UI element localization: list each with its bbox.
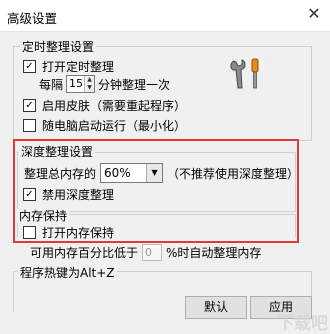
default-button[interactable]: 默认 xyxy=(185,296,247,319)
memory-group-label: 内存保持 xyxy=(17,209,70,223)
watermark: 下载吧 xyxy=(277,314,328,334)
deep-disable-row[interactable]: ✓ 禁用深度整理 xyxy=(23,186,114,203)
deep-total-select[interactable]: 60% ▼ xyxy=(100,163,164,183)
deep-total-note: （不推荐使用深度整理） xyxy=(167,166,300,181)
window-title: 高级设置 xyxy=(7,11,58,26)
startup-label: 随电脑启动运行（最小化） xyxy=(42,119,187,133)
deep-total-prefix: 整理总内存的 xyxy=(24,166,97,181)
timer-enable-checkbox[interactable]: ✓ xyxy=(23,60,36,73)
timer-enable-row[interactable]: ✓ 打开定时整理 xyxy=(23,58,114,75)
hotkey-text: 程序热键为Alt+Z xyxy=(18,266,117,280)
timer-group-label: 定时整理设置 xyxy=(20,40,97,54)
skin-row[interactable]: ✓ 启用皮肤（需要重起程序） xyxy=(23,97,186,114)
memory-keep-checkbox[interactable] xyxy=(23,226,36,239)
tools-icon xyxy=(230,58,259,89)
interval-prefix: 每隔 xyxy=(39,77,64,92)
timer-enable-label: 打开定时整理 xyxy=(42,60,115,74)
close-button[interactable]: ✕ xyxy=(304,4,324,24)
screwdriver-icon xyxy=(251,58,259,89)
threshold-prefix: 可用内存百分比低于 xyxy=(30,246,139,260)
startup-row[interactable]: 随电脑启动运行（最小化） xyxy=(23,117,186,134)
memory-keep-label: 打开内存保持 xyxy=(42,226,115,240)
threshold-row: 可用内存百分比低于 0 %时自动整理内存 xyxy=(30,244,261,261)
deep-total-row: 整理总内存的 60% ▼ （不推荐使用深度整理） xyxy=(24,163,299,183)
threshold-input[interactable]: 0 xyxy=(142,244,163,261)
deep-disable-checkbox[interactable]: ✓ xyxy=(23,188,36,201)
deep-group-label: 深度整理设置 xyxy=(19,145,96,159)
title-bar: 高级设置 ✕ xyxy=(0,0,330,32)
deep-disable-label: 禁用深度整理 xyxy=(42,188,115,202)
interval-row: 每隔 15 ▲ ▼ 分钟整理一次 xyxy=(39,75,170,93)
interval-suffix: 分钟整理一次 xyxy=(98,77,171,92)
interval-spinner[interactable]: 15 ▲ ▼ xyxy=(66,75,96,93)
skin-checkbox[interactable]: ✓ xyxy=(23,99,36,112)
startup-checkbox[interactable] xyxy=(23,119,36,132)
threshold-suffix: %时自动整理内存 xyxy=(166,246,262,260)
skin-label: 启用皮肤（需要重起程序） xyxy=(42,99,187,113)
wrench-icon xyxy=(230,59,246,89)
interval-value: 15 xyxy=(69,77,84,90)
memory-keep-row[interactable]: 打开内存保持 xyxy=(23,224,114,241)
chevron-down-icon[interactable]: ▼ xyxy=(146,164,163,182)
deep-total-value: 60% xyxy=(104,166,131,180)
spinner-arrows[interactable]: ▲ ▼ xyxy=(84,76,95,92)
